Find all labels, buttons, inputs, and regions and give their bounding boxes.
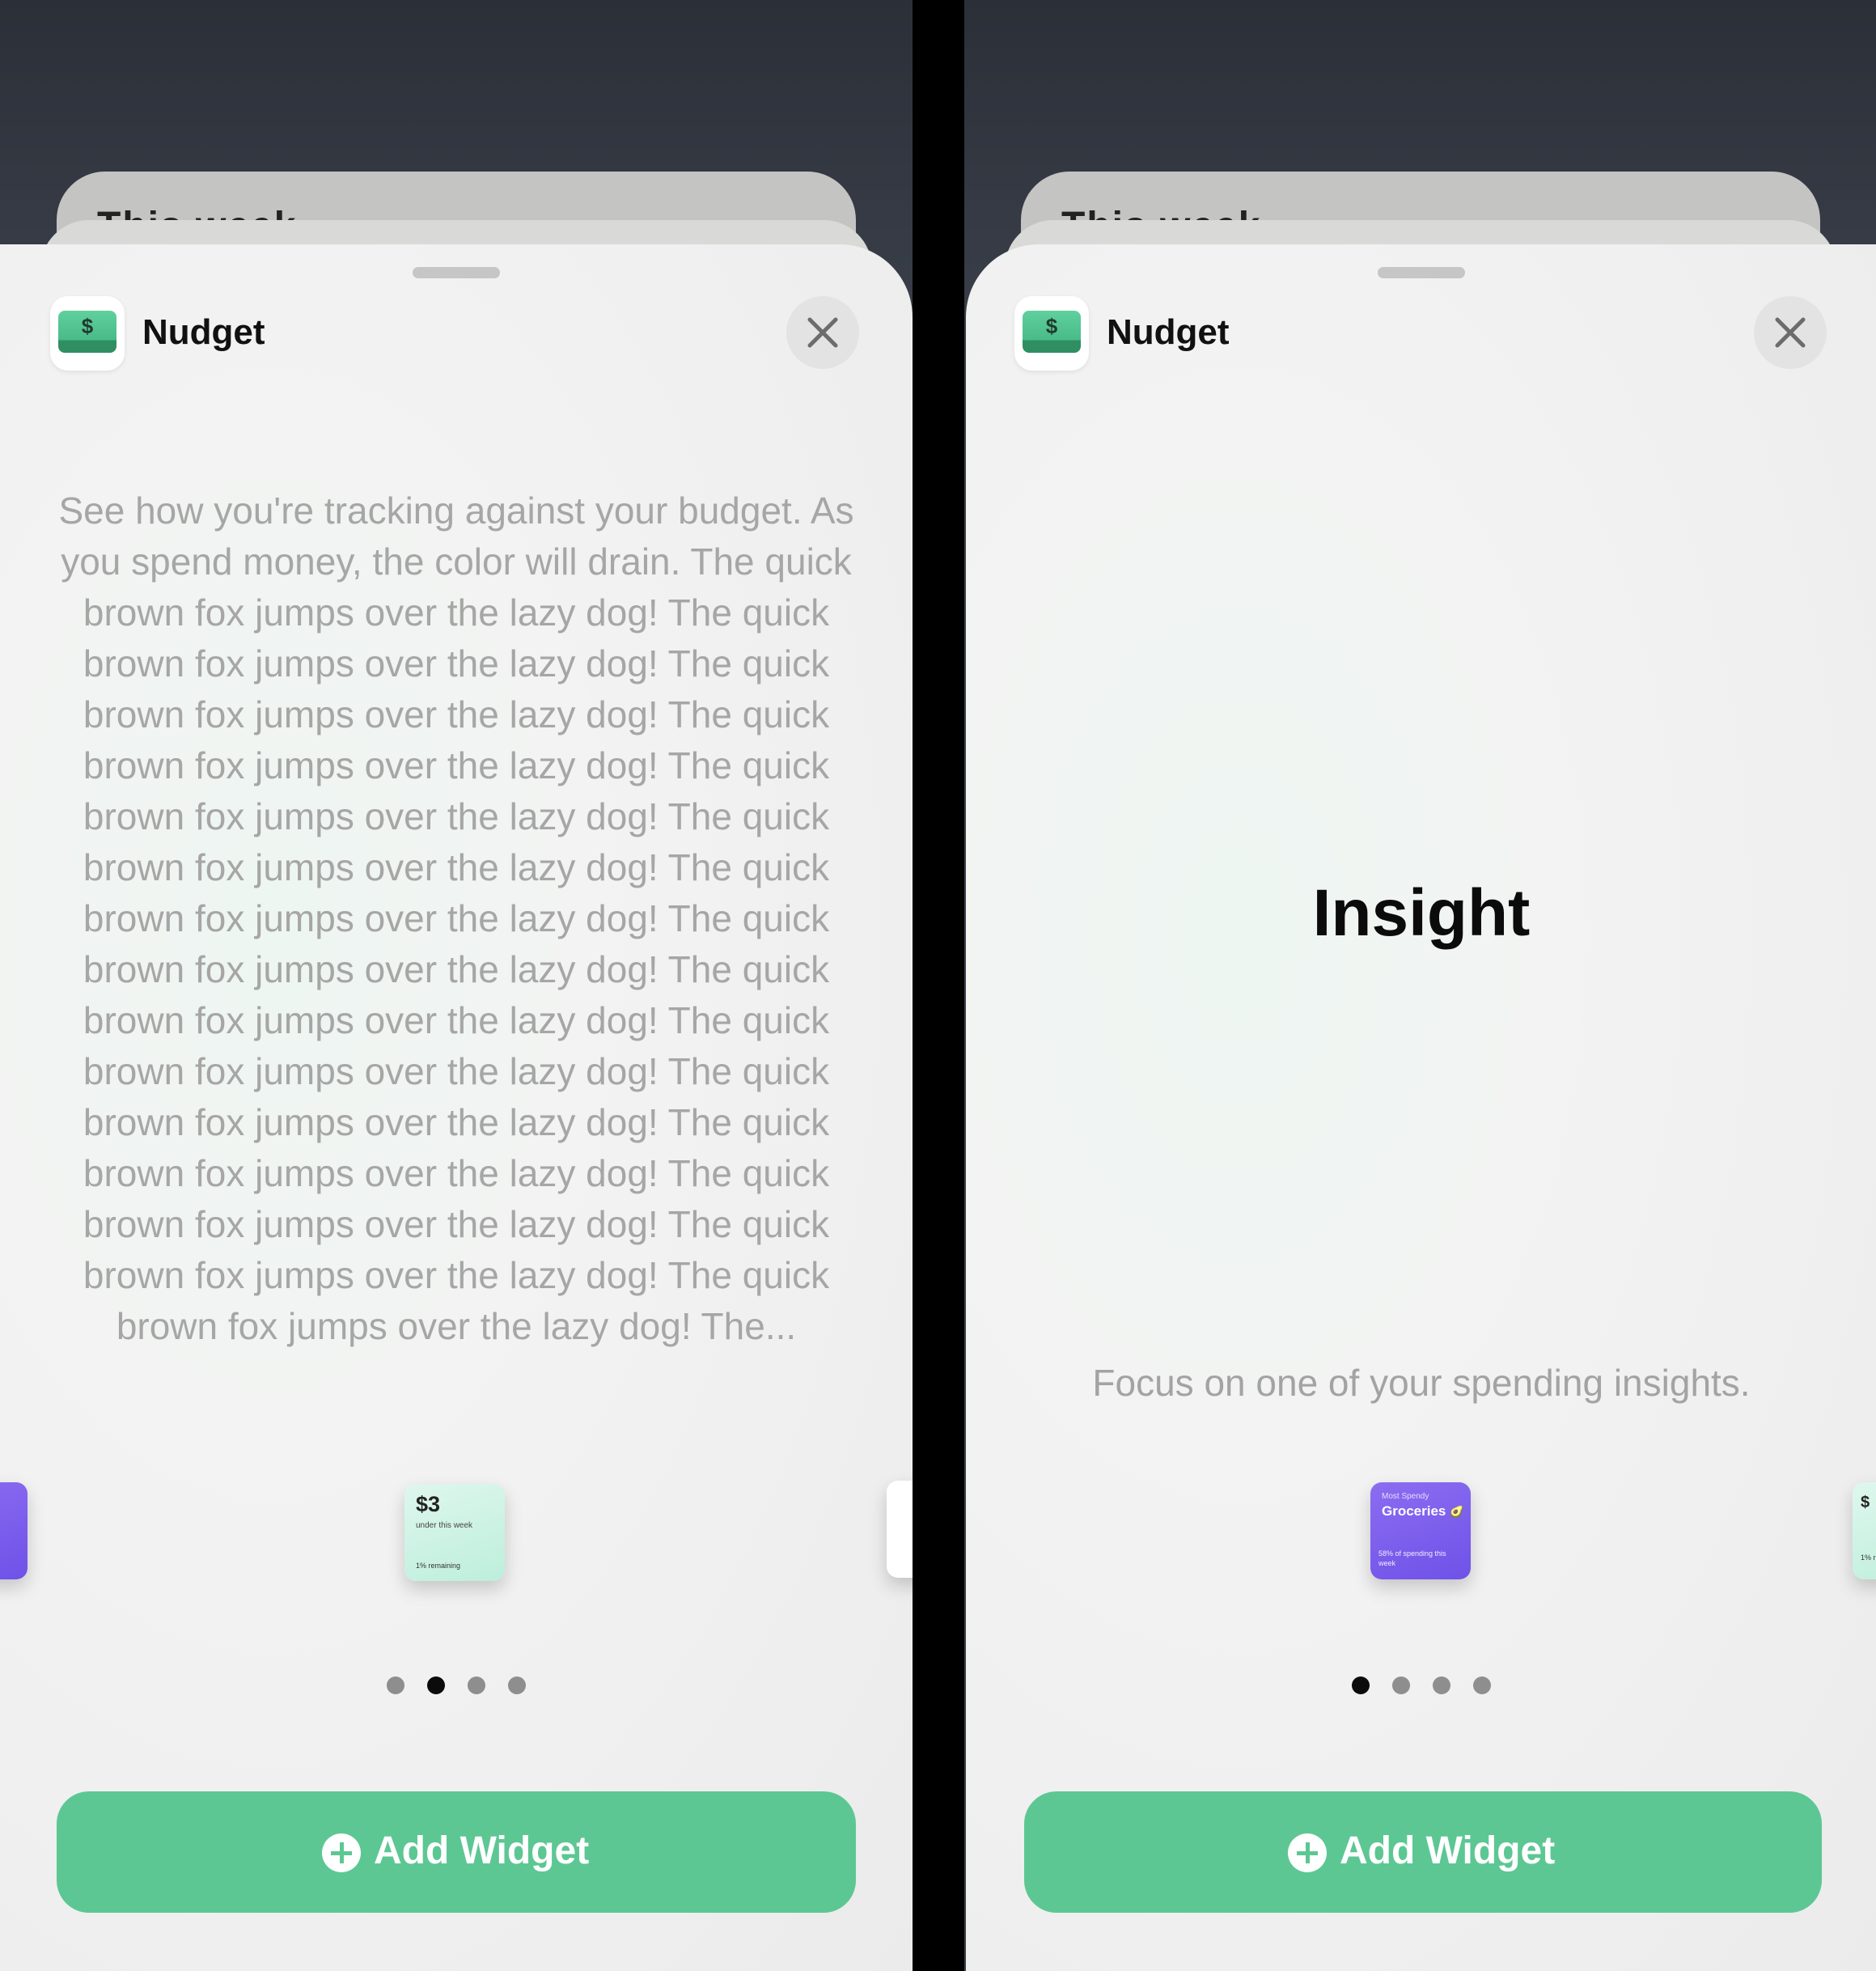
widget-description: See how you're tracking against your bud… — [58, 490, 854, 1347]
page-dot[interactable] — [1473, 1676, 1491, 1694]
add-widget-label: Add Widget — [374, 1829, 590, 1872]
widget-amount: $3 — [416, 1492, 441, 1516]
widget-footer: 1% remaining — [416, 1562, 461, 1570]
widget-preview[interactable]: $3 under this week 1% remaining — [404, 1484, 505, 1581]
widget-label: Most Spendy — [1382, 1492, 1429, 1501]
add-widget-label: Add Widget — [1340, 1829, 1556, 1872]
widget-subtitle: under this week — [416, 1521, 473, 1530]
dollar-bill-icon: $ — [1023, 311, 1081, 353]
widget-preview[interactable]: Most Spendy Groceries 🥑 58% of spending … — [1370, 1482, 1471, 1579]
widget-description: Focus on one of your spending insights. — [1092, 1362, 1751, 1404]
page-dot-active[interactable] — [1352, 1676, 1370, 1694]
widget-category: Groceries 🥑 — [1382, 1503, 1464, 1520]
sheet-grabber[interactable] — [413, 267, 500, 278]
widget-gallery-right: This week $ Nudget Insight Focus on one … — [964, 0, 1876, 1971]
close-button[interactable] — [1754, 296, 1827, 369]
add-widget-button[interactable]: Add Widget — [57, 1791, 856, 1913]
page-dot[interactable] — [1392, 1676, 1410, 1694]
plus-circle-icon — [1288, 1833, 1327, 1872]
page-dot[interactable] — [387, 1676, 404, 1694]
widget-preview-next[interactable]: $ 1% r — [1853, 1482, 1876, 1579]
plus-circle-icon — [322, 1833, 361, 1872]
avocado-icon: 🥑 — [1450, 1505, 1464, 1518]
app-icon: $ — [1014, 296, 1089, 371]
dollar-bill-icon: $ — [58, 311, 116, 353]
close-icon — [807, 317, 838, 348]
widget-footer: 58% of spending this week — [1378, 1549, 1446, 1567]
page-indicator[interactable] — [966, 1676, 1876, 1698]
page-dot[interactable] — [508, 1676, 526, 1694]
app-icon: $ — [50, 296, 125, 371]
widget-sheet: $ Nudget See how you're tracking against… — [0, 244, 913, 1971]
bill-symbol: $ — [81, 314, 94, 338]
widget-amount: $ — [1861, 1494, 1870, 1511]
widget-footer: 1% r — [1861, 1553, 1876, 1562]
widget-preview-next[interactable] — [887, 1481, 913, 1578]
widget-gallery-left: This week $ Nudget See how you're tracki… — [0, 0, 913, 1971]
page-indicator[interactable] — [0, 1676, 913, 1698]
close-icon — [1775, 317, 1806, 348]
page-dot-active[interactable] — [427, 1676, 445, 1694]
page-dot[interactable] — [1433, 1676, 1450, 1694]
bill-symbol: $ — [1045, 314, 1058, 338]
widget-sheet: $ Nudget Insight Focus on one of your sp… — [966, 244, 1876, 1971]
page-dot[interactable] — [468, 1676, 485, 1694]
app-name: Nudget — [1107, 312, 1230, 352]
close-button[interactable] — [786, 296, 859, 369]
widget-preview-prev[interactable] — [0, 1482, 28, 1579]
widget-category-text: Groceries — [1382, 1503, 1446, 1519]
widget-title: Insight — [1312, 876, 1531, 950]
sheet-grabber[interactable] — [1378, 267, 1465, 278]
add-widget-button[interactable]: Add Widget — [1024, 1791, 1822, 1913]
app-name: Nudget — [142, 312, 265, 352]
